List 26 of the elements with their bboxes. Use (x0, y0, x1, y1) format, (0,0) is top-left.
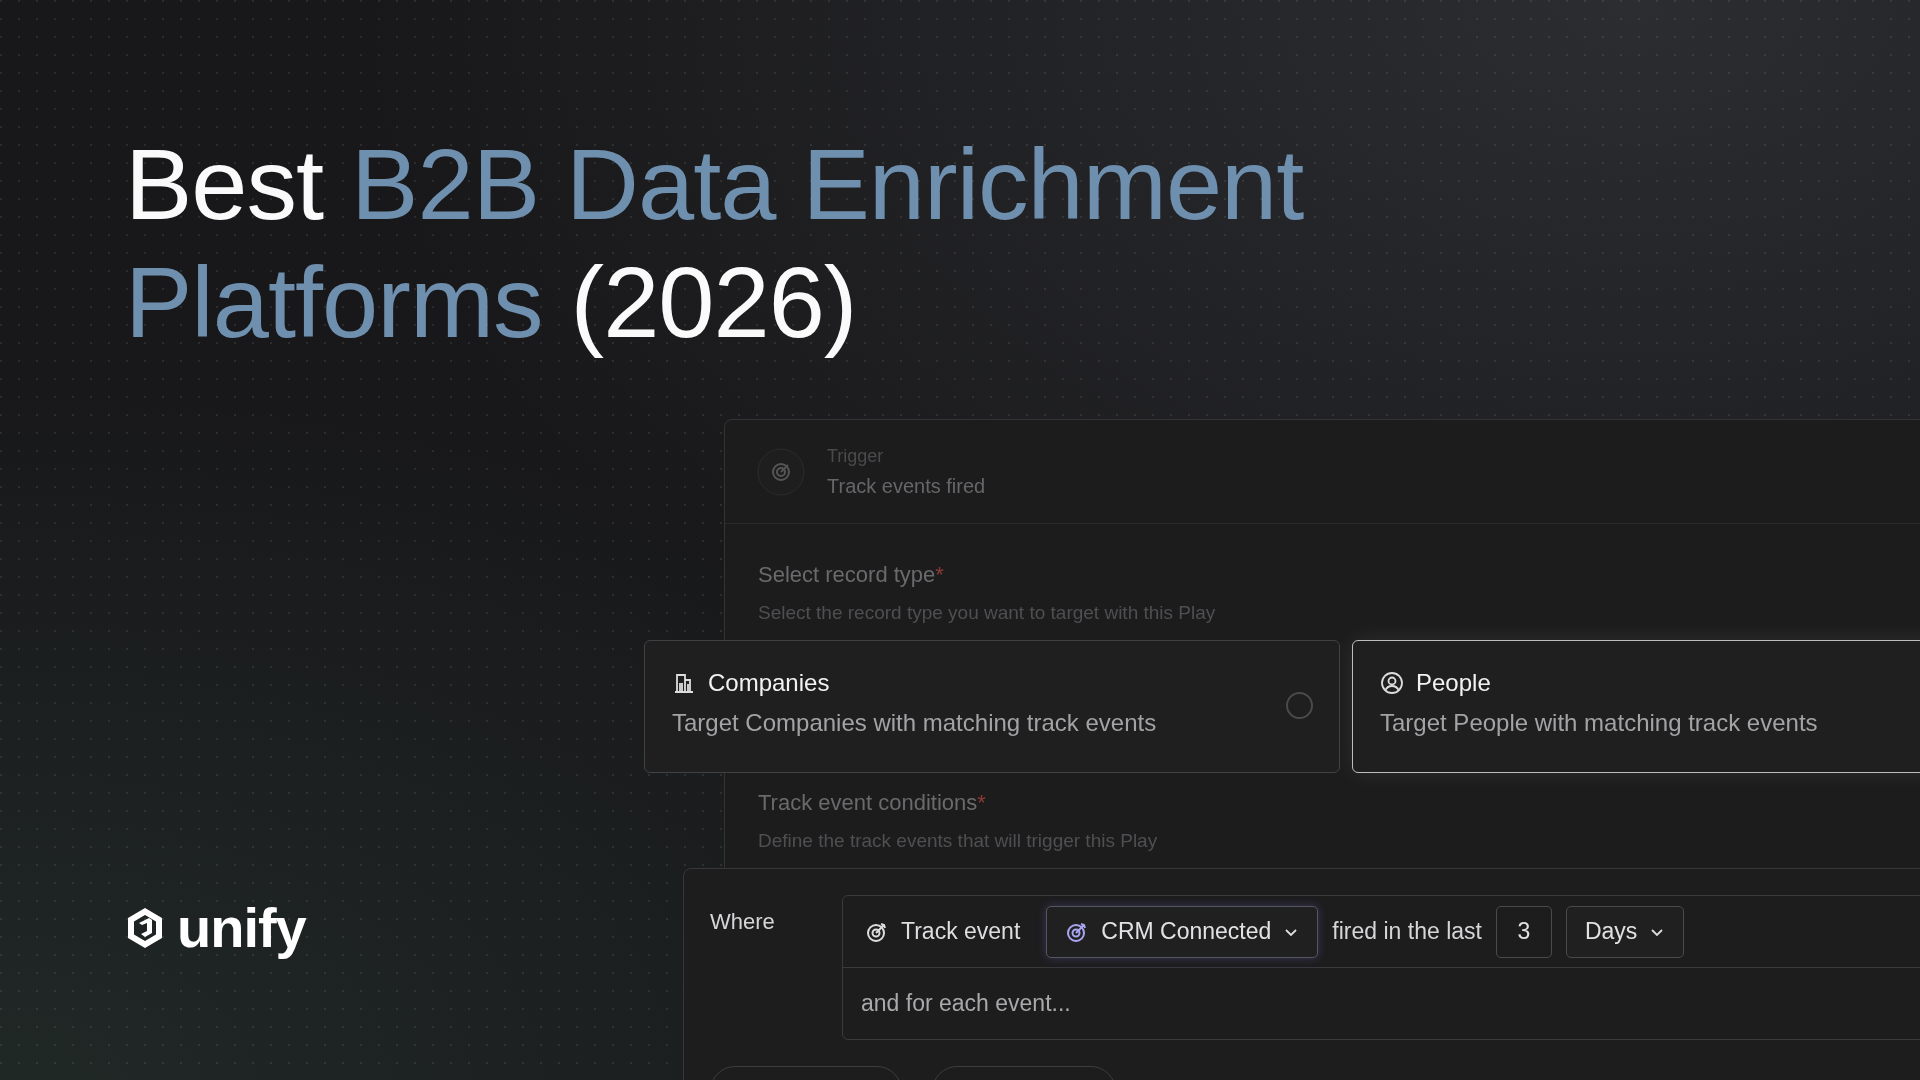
target-icon (757, 447, 805, 496)
condition-footer: and for each event... (843, 968, 1920, 1039)
building-icon (672, 671, 696, 695)
where-label: Where (710, 909, 775, 935)
section-label: Select record type* (758, 562, 945, 588)
event-dropdown[interactable]: CRM Connected (1046, 905, 1319, 958)
record-type-card[interactable]: People Target People with matching track events (1352, 640, 1920, 773)
condition-text: fired in the last (1332, 918, 1482, 945)
headline-text: B2B Data Enrichment (351, 127, 1304, 242)
card-title: People (1416, 669, 1491, 697)
card-description: Target Companies with matching track events (672, 709, 1158, 737)
card-title: Companies (708, 669, 830, 697)
unit-dropdown[interactable]: Days (1565, 905, 1685, 958)
headline-text: (2026) (570, 245, 857, 360)
headline-text: Platforms (125, 245, 543, 360)
record-type-card[interactable]: Companies Target Companies with matching track events (644, 640, 1340, 773)
section-label: Track event conditions* (758, 790, 987, 816)
headline-text: Best (125, 127, 324, 242)
person-icon (1380, 671, 1404, 695)
radio-button[interactable] (1286, 692, 1313, 719)
number-field[interactable]: 3 (1495, 905, 1552, 958)
logo-icon (125, 906, 165, 950)
trigger-value: Track events fired (827, 474, 986, 498)
logo-wordmark: unify (177, 896, 306, 960)
card-description: Target People with matching track events (1380, 709, 1819, 737)
event-label: Track event (853, 918, 1033, 945)
